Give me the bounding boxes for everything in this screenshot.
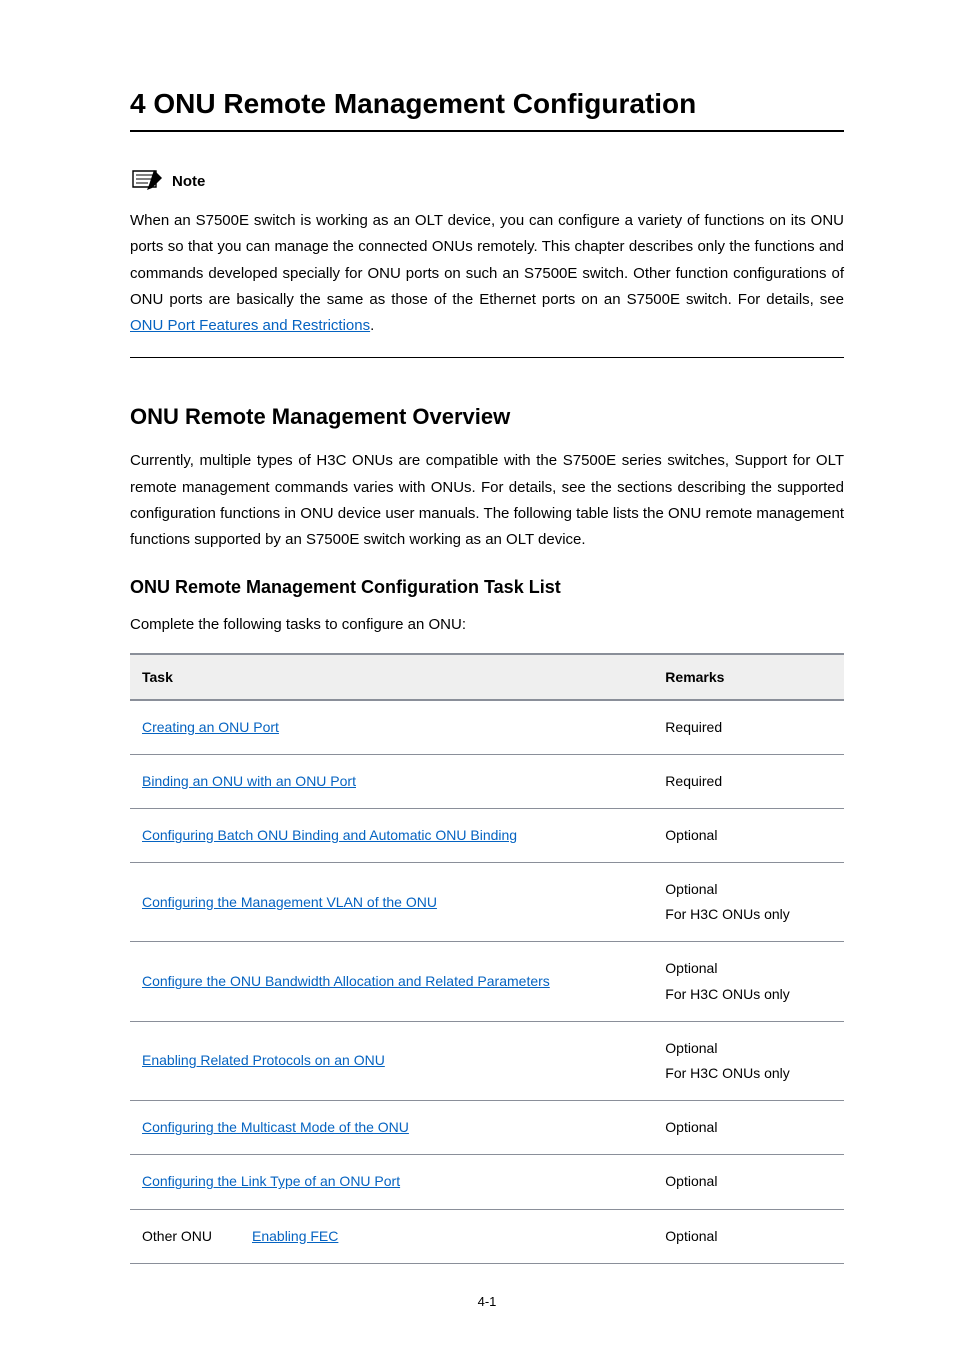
task-cell: Configuring the Management VLAN of the O… <box>130 863 653 942</box>
overview-body: Currently, multiple types of H3C ONUs ar… <box>130 448 844 553</box>
task-link[interactable]: Configure the ONU Bandwidth Allocation a… <box>142 973 550 989</box>
page-number: 4-1 <box>130 1294 844 1309</box>
task-cell: Configuring the Link Type of an ONU Port <box>130 1155 653 1209</box>
col-header-task: Task <box>130 654 653 700</box>
remarks-cell: Optional <box>653 1209 844 1263</box>
remarks-cell: Optional <box>653 808 844 862</box>
remarks-cell: Required <box>653 700 844 755</box>
note-pencil-icon <box>130 168 164 194</box>
chapter-title: 4 ONU Remote Management Configuration <box>130 88 844 120</box>
task-link[interactable]: Enabling Related Protocols on an ONU <box>142 1052 385 1068</box>
note-body: When an S7500E switch is working as an O… <box>130 208 844 339</box>
table-header-row: Task Remarks <box>130 654 844 700</box>
remarks-cell: Optional For H3C ONUs only <box>653 1021 844 1100</box>
table-row: Configure the ONU Bandwidth Allocation a… <box>130 942 844 1021</box>
table-row: Configuring the Link Type of an ONU Port… <box>130 1155 844 1209</box>
table-row: Configuring Batch ONU Binding and Automa… <box>130 808 844 862</box>
task-table: Task Remarks Creating an ONU Port Require… <box>130 653 844 1264</box>
task-list-heading: ONU Remote Management Configuration Task… <box>130 577 844 598</box>
table-row: Configuring the Multicast Mode of the ON… <box>130 1101 844 1155</box>
note-separator <box>130 357 844 358</box>
task-link[interactable]: Enabling FEC <box>252 1228 338 1244</box>
overview-heading: ONU Remote Management Overview <box>130 404 844 430</box>
task-list-intro: Complete the following tasks to configur… <box>130 612 844 638</box>
note-text-after: . <box>370 317 374 334</box>
task-link[interactable]: Configuring the Multicast Mode of the ON… <box>142 1119 409 1135</box>
group-label-cell: Other ONU <box>130 1209 240 1263</box>
table-row: Binding an ONU with an ONU Port Required <box>130 754 844 808</box>
table-row: Configuring the Management VLAN of the O… <box>130 863 844 942</box>
task-link[interactable]: Configuring the Management VLAN of the O… <box>142 894 437 910</box>
table-row: Creating an ONU Port Required <box>130 700 844 755</box>
task-link[interactable]: Configuring the Link Type of an ONU Port <box>142 1173 400 1189</box>
task-cell: Configuring the Multicast Mode of the ON… <box>130 1101 653 1155</box>
task-link[interactable]: Configuring Batch ONU Binding and Automa… <box>142 827 517 843</box>
task-cell: Enabling Related Protocols on an ONU <box>130 1021 653 1100</box>
chapter-title-rule <box>130 130 844 132</box>
task-cell: Configuring Batch ONU Binding and Automa… <box>130 808 653 862</box>
task-cell: Enabling FEC <box>240 1209 653 1263</box>
remarks-cell: Required <box>653 754 844 808</box>
task-link[interactable]: Binding an ONU with an ONU Port <box>142 773 356 789</box>
remarks-cell: Optional For H3C ONUs only <box>653 942 844 1021</box>
note-link[interactable]: ONU Port Features and Restrictions <box>130 317 370 334</box>
task-cell: Binding an ONU with an ONU Port <box>130 754 653 808</box>
task-cell: Creating an ONU Port <box>130 700 653 755</box>
remarks-cell: Optional For H3C ONUs only <box>653 863 844 942</box>
col-header-remarks: Remarks <box>653 654 844 700</box>
note-header: Note <box>130 168 844 194</box>
remarks-cell: Optional <box>653 1101 844 1155</box>
table-row: Other ONU Enabling FEC Optional <box>130 1209 844 1263</box>
note-text-before: When an S7500E switch is working as an O… <box>130 212 844 308</box>
task-link[interactable]: Creating an ONU Port <box>142 719 279 735</box>
note-label: Note <box>172 173 205 190</box>
remarks-cell: Optional <box>653 1155 844 1209</box>
task-cell: Configure the ONU Bandwidth Allocation a… <box>130 942 653 1021</box>
table-row: Enabling Related Protocols on an ONU Opti… <box>130 1021 844 1100</box>
